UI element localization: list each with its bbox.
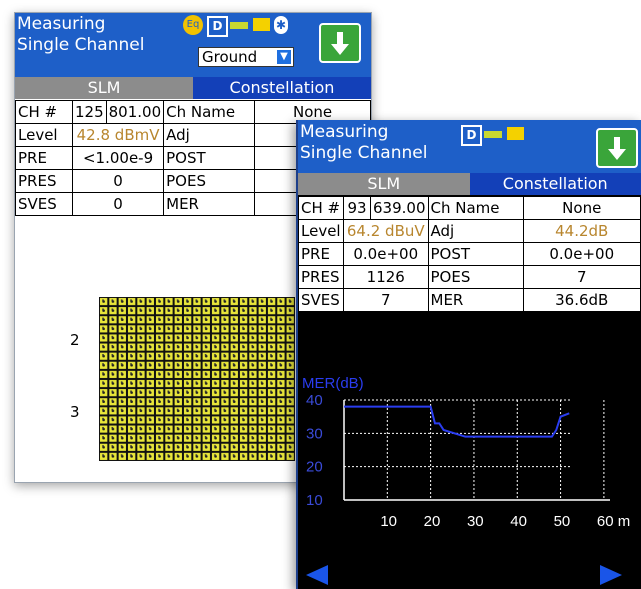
- tab-constellation[interactable]: Constellation: [193, 77, 371, 99]
- pres-value: 1126: [343, 265, 429, 289]
- ch-label: CH #: [15, 100, 73, 124]
- mer-x-tick-label: 50: [554, 513, 571, 530]
- battery-icon: [230, 22, 248, 29]
- mer-x-tick-label: 10: [380, 513, 397, 530]
- table-row: PRE 0.0e+00 POST 0.0e+00: [298, 242, 641, 266]
- chname-value: None: [522, 196, 641, 220]
- back-tabs: SLM Constellation: [15, 77, 371, 99]
- chname-label: Ch Name: [163, 100, 256, 124]
- sves-label: SVES: [15, 192, 73, 216]
- mer-x-tick-label: 40: [510, 513, 527, 530]
- mer-label: MER: [427, 288, 524, 312]
- pre-value: 0.0e+00: [343, 242, 429, 266]
- chname-label: Ch Name: [427, 196, 524, 220]
- poes-label: POES: [163, 169, 256, 193]
- level-label: Level: [298, 219, 344, 243]
- scroll-left-arrow-icon[interactable]: [304, 564, 330, 586]
- table-row: PRES 1126 POES 7: [298, 265, 641, 289]
- table-row: Level 64.2 dBuV Adj 44.2dB: [298, 219, 641, 243]
- pres-label: PRES: [298, 265, 344, 289]
- post-label: POST: [163, 146, 256, 170]
- constellation-label-3: 3: [70, 403, 80, 421]
- d-icon: D: [461, 125, 482, 146]
- sves-value: 0: [71, 192, 165, 216]
- adj-label: Adj: [163, 123, 256, 147]
- down-arrow-icon: [331, 32, 349, 55]
- mer-chart-background: [298, 368, 641, 563]
- level-label: Level: [15, 123, 73, 147]
- mer-x-tick-label: 60 m: [597, 513, 630, 530]
- adj-value: 44.2dB: [522, 219, 641, 243]
- adj-label: Adj: [427, 219, 524, 243]
- mer-value: 36.6dB: [522, 288, 641, 312]
- front-header: Measuring Single Channel D: [298, 120, 641, 173]
- scroll-right-arrow-icon[interactable]: [598, 564, 624, 586]
- ch-frequency: 639.00: [370, 196, 429, 220]
- chevron-down-icon: ▼: [277, 50, 291, 64]
- down-arrow-icon: [608, 137, 626, 160]
- mer-x-tick-label: 20: [424, 513, 441, 530]
- back-title-mode: Single Channel: [17, 35, 145, 55]
- front-measure-table: CH # 93 639.00 Ch Name None Level 64.2 d…: [298, 196, 641, 312]
- tab-slm[interactable]: SLM: [298, 173, 470, 195]
- pre-label: PRE: [298, 242, 344, 266]
- mer-axis-title: MER(dB): [302, 375, 364, 392]
- constellation-label-2: 2: [70, 331, 80, 349]
- mer-chart: MER(dB)4030201010 20 30 40 50 60 m: [298, 368, 641, 563]
- mer-x-tick-label: 30: [467, 513, 484, 530]
- ch-number: 93: [343, 196, 371, 220]
- back-title-measuring: Measuring: [17, 14, 106, 34]
- pre-value: <1.00e-9: [71, 146, 165, 170]
- pres-label: PRES: [15, 169, 73, 193]
- ok-button[interactable]: [319, 23, 361, 63]
- folder-icon: [253, 18, 270, 31]
- ch-label: CH #: [298, 196, 344, 220]
- table-row: SVES 7 MER 36.6dB: [298, 288, 641, 312]
- post-value: 0.0e+00: [522, 242, 641, 266]
- tab-constellation[interactable]: Constellation: [469, 173, 641, 195]
- bluetooth-icon: ✱: [274, 16, 288, 34]
- mer-y-tick-label: 30: [306, 425, 323, 442]
- poes-value: 7: [522, 265, 641, 289]
- level-value: 64.2 dBuV: [343, 219, 429, 243]
- ok-button[interactable]: [596, 128, 638, 168]
- ch-number: 125: [72, 100, 107, 124]
- front-title-mode: Single Channel: [300, 143, 428, 163]
- mer-label: MER: [163, 192, 256, 216]
- sves-value: 7: [343, 288, 429, 312]
- back-header: Measuring Single Channel Eq D ✱ Ground ▼: [15, 13, 371, 77]
- poes-label: POES: [427, 265, 524, 289]
- pre-label: PRE: [15, 146, 73, 170]
- constellation-plot: [99, 297, 295, 461]
- post-label: POST: [427, 242, 524, 266]
- eq-icon: Eq: [183, 15, 203, 35]
- d-icon: D: [207, 16, 228, 37]
- tab-slm[interactable]: SLM: [15, 77, 193, 99]
- ground-dropdown-value: Ground: [202, 48, 258, 66]
- pres-value: 0: [71, 169, 165, 193]
- mer-y-tick-label: 40: [306, 392, 323, 409]
- front-tabs: SLM Constellation: [298, 173, 641, 195]
- mer-y-tick-label: 10: [306, 492, 323, 509]
- level-value: 42.8 dBmV: [71, 123, 165, 147]
- folder-icon: [507, 127, 524, 140]
- mer-y-tick-label: 20: [306, 459, 323, 476]
- table-row: CH # 93 639.00 Ch Name None: [298, 196, 641, 220]
- ground-dropdown[interactable]: Ground ▼: [198, 47, 294, 67]
- ch-frequency: 801.00: [105, 100, 165, 124]
- front-title-measuring: Measuring: [300, 122, 389, 142]
- battery-icon: [484, 131, 502, 138]
- sves-label: SVES: [298, 288, 344, 312]
- front-window: Measuring Single Channel D SLM Constella…: [296, 120, 641, 589]
